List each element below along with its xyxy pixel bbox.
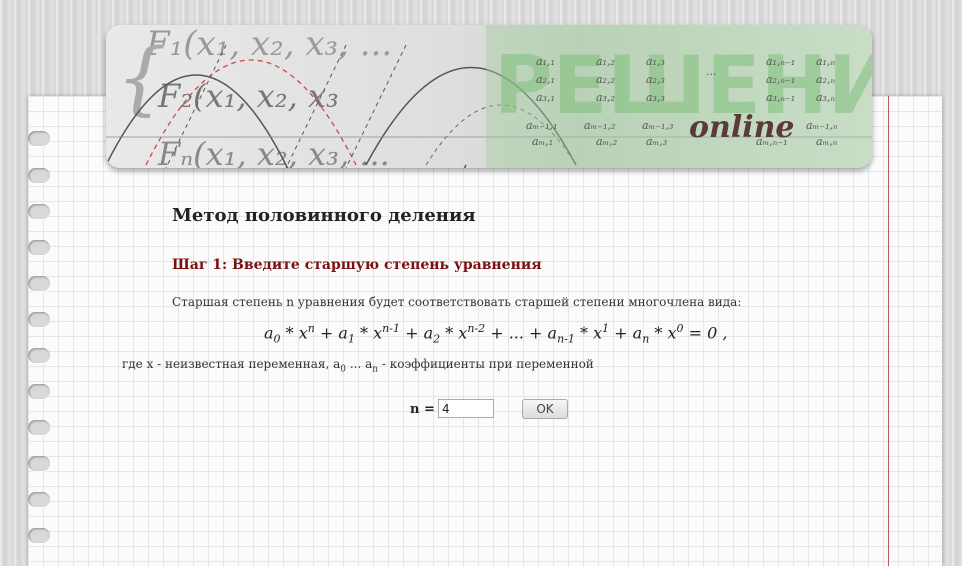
step-description: Старшая степень n уравнения будет соотве… — [172, 295, 742, 309]
n-label: n = — [410, 402, 435, 417]
step-title: Шаг 1: Введите старшую степень уравнения — [172, 257, 542, 273]
degree-input[interactable] — [438, 399, 494, 418]
main-content: Метод половинного деления Шаг 1: Введите… — [0, 0, 962, 553]
page-title: Метод половинного деления — [172, 205, 476, 226]
ok-button[interactable]: OK — [522, 399, 568, 419]
polynomial-formula: a0 * xn + a1 * xn-1 + a2 * xn-2 + ... + … — [264, 322, 728, 346]
variable-note: где x - неизвестная переменная, a0 ... a… — [122, 357, 594, 375]
